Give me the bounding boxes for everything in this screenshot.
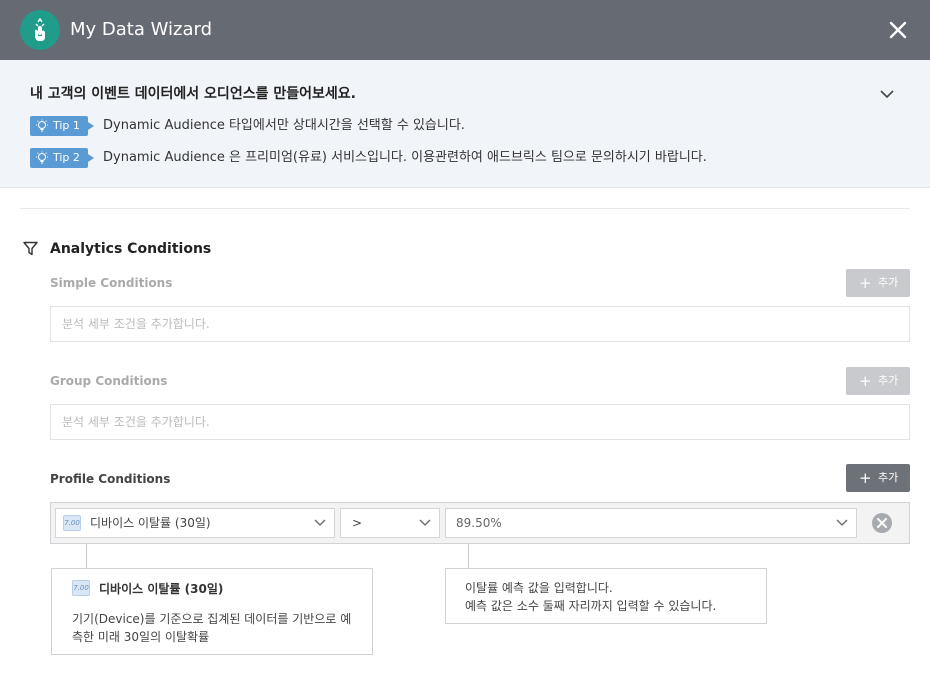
close-icon[interactable] — [886, 18, 910, 42]
lightbulb-icon — [36, 151, 48, 164]
operator-select[interactable]: > — [340, 508, 440, 538]
chevron-down-icon — [836, 519, 848, 526]
tip-badge: Tip 1 — [30, 116, 94, 136]
group-conditions-label: Group Conditions — [50, 374, 168, 388]
value-help-box: 이탈률 예측 값을 입력합니다. 예측 값은 소수 둘째 자리까지 입력할 수 … — [445, 568, 767, 624]
help-connector — [468, 544, 469, 569]
value-help-line-2: 예측 값은 소수 둘째 자리까지 입력할 수 있습니다. — [465, 599, 717, 613]
tip-label: Tip 1 — [53, 119, 80, 132]
intro-title: 내 고객의 이벤트 데이터에서 오디언스를 만들어보세요. — [30, 86, 356, 102]
intro-panel: 내 고객의 이벤트 데이터에서 오디언스를 만들어보세요. Tip 1 Dyna… — [0, 60, 930, 188]
simple-conditions-label: Simple Conditions — [50, 276, 173, 290]
tip-badge: Tip 2 — [30, 148, 94, 168]
add-group-condition-button[interactable]: + 추가 — [846, 367, 910, 395]
remove-condition-icon[interactable] — [871, 512, 893, 534]
value-select[interactable]: 89.50% — [445, 508, 857, 538]
add-simple-condition-button[interactable]: + 추가 — [846, 269, 910, 297]
plus-icon: + — [859, 372, 872, 390]
wizard-header: My Data Wizard — [0, 0, 930, 60]
section-title: Analytics Conditions — [50, 241, 212, 257]
tip-text: Dynamic Audience 타입에서만 상대시간을 선택할 수 있습니다. — [103, 118, 465, 133]
attribute-help-text: 기기(Device)를 기준으로 집계된 데이터를 기반으로 예측한 미래 30… — [72, 612, 352, 644]
chevron-down-icon — [419, 519, 431, 526]
attribute-help-box: 7.00 디바이스 이탈률 (30일) 기기(Device)를 기준으로 집계된… — [51, 568, 373, 655]
profile-condition-row: 7.00 디바이스 이탈률 (30일) > 89.50% — [50, 502, 910, 544]
chevron-down-icon[interactable] — [878, 86, 896, 100]
attribute-help-title: 디바이스 이탈률 (30일) — [99, 582, 224, 596]
section-divider — [20, 208, 910, 209]
filter-icon — [23, 241, 38, 260]
group-conditions-empty: 분석 세부 조건을 추가합니다. — [50, 404, 910, 440]
plus-icon: + — [859, 469, 872, 487]
value-help-line-1: 이탈률 예측 값을 입력합니다. — [465, 581, 613, 595]
tip-label: Tip 2 — [53, 151, 80, 164]
add-profile-condition-button[interactable]: + 추가 — [846, 464, 910, 492]
profile-conditions-label: Profile Conditions — [50, 472, 171, 486]
number-type-icon: 7.00 — [63, 515, 81, 531]
window-title: My Data Wizard — [70, 19, 212, 40]
hand-pointer-icon — [20, 10, 60, 50]
simple-conditions-empty: 분석 세부 조건을 추가합니다. — [50, 306, 910, 342]
lightbulb-icon — [36, 119, 48, 132]
number-type-icon: 7.00 — [72, 580, 90, 596]
chevron-down-icon — [314, 519, 326, 526]
plus-icon: + — [859, 274, 872, 292]
tip-text: Dynamic Audience 은 프리미엄(유료) 서비스입니다. 이용관련… — [103, 150, 707, 165]
help-connector — [86, 544, 87, 569]
attribute-select[interactable]: 7.00 디바이스 이탈률 (30일) — [55, 508, 335, 538]
